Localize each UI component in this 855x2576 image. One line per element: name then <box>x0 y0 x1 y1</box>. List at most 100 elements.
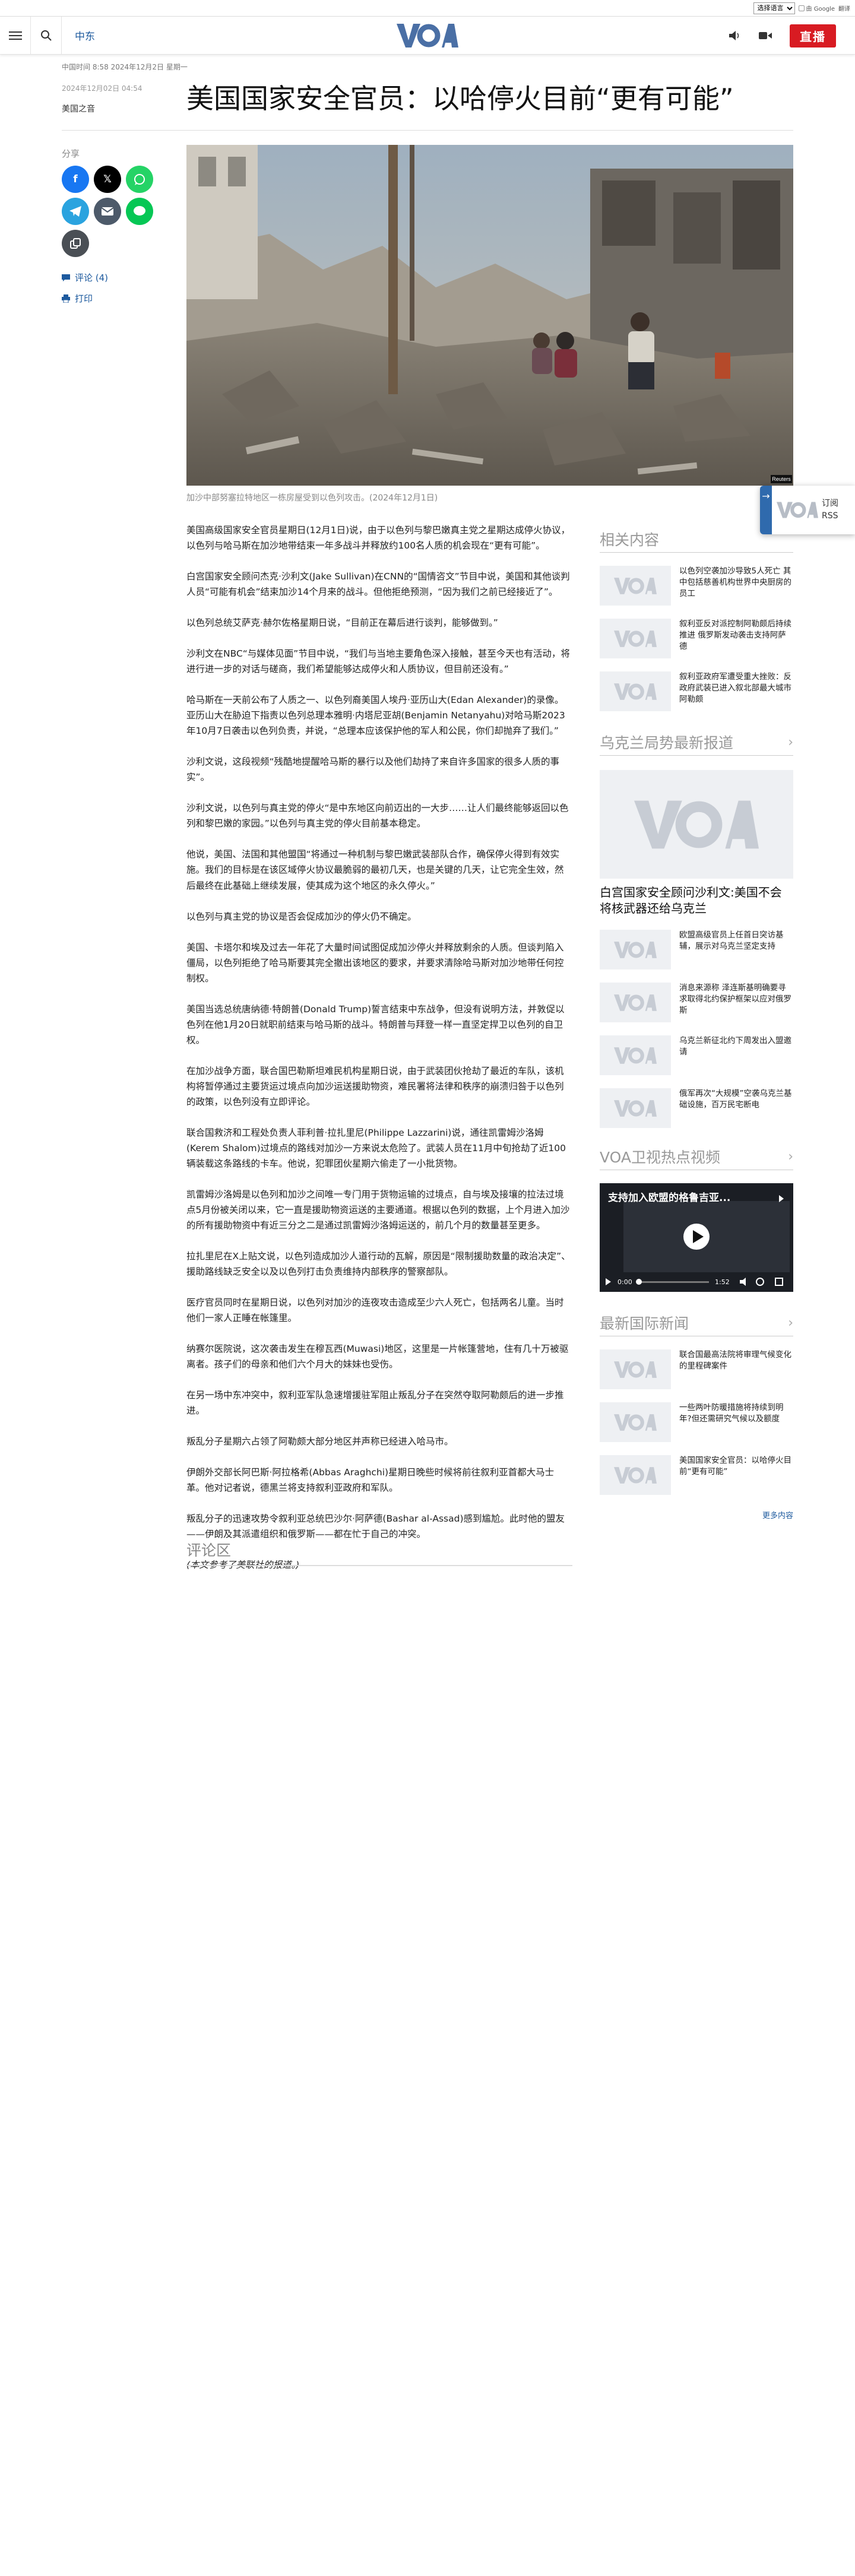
rail-item-title[interactable]: 叙利亚政府军遭受重大挫败：反政府武装已进入叙北部最大城市阿勒颇 <box>679 671 793 711</box>
article-paragraph: 在加沙战争方面，联合国巴勒斯坦难民机构星期日说，由于武装团伙抢劫了最近的车队，该… <box>186 1065 564 1107</box>
article-paragraph: 白宫国家安全顾问杰克·沙利文(Jake Sullivan)在CNN的“国情咨文”… <box>186 571 570 598</box>
rail-thumbnail[interactable] <box>600 983 671 1022</box>
print-icon <box>62 294 70 303</box>
print-link[interactable]: 打印 <box>62 292 169 305</box>
video-scrubber[interactable] <box>636 1279 642 1285</box>
telegram-share-button[interactable] <box>62 198 89 225</box>
featured-thumbnail[interactable] <box>600 770 793 879</box>
video-section: VOA卫视热点视频 › 支持加入欧盟的格鲁吉亚... 0:00 1:52 <box>600 1146 793 1292</box>
video-frame: 支持加入欧盟的格鲁吉亚... 0:00 1:52 <box>600 1183 793 1292</box>
intl-heading[interactable]: 最新国际新闻 › <box>600 1312 793 1336</box>
intl-news-section: 最新国际新闻 › 联合国最高法院将审理气候变化的里程碑案件 一些两叶防暖措施将持续到… <box>600 1312 793 1520</box>
rail-item[interactable]: 美国国家安全官员：以哈停火目前“更有可能” <box>600 1455 793 1495</box>
translate-link[interactable]: 翻译 <box>838 4 850 12</box>
ukraine-heading[interactable]: 乌克兰局势最新报道 › <box>600 731 793 756</box>
rail-thumbnail[interactable] <box>600 1088 671 1128</box>
video-heading[interactable]: VOA卫视热点视频 › <box>600 1146 793 1170</box>
rail-item[interactable]: 欧盟高级官员上任首日突访基辅，展示对乌克兰坚定支持 <box>600 930 793 969</box>
rail-thumbnail[interactable] <box>600 1035 671 1075</box>
rail-item[interactable]: 俄军再次“大规模”空袭乌克兰基础设施，百万民宅断电 <box>600 1088 793 1128</box>
hero-photo: Reuters <box>186 145 793 486</box>
translate-label: 翻译 <box>838 6 850 12</box>
rail-item-title[interactable]: 欧盟高级官员上任首日突访基辅，展示对乌克兰坚定支持 <box>679 930 793 969</box>
x-icon: 𝕏 <box>103 173 112 185</box>
more-content-link[interactable]: 更多内容 <box>600 1509 793 1520</box>
featured-title[interactable]: 白宫国家安全顾问沙利文:美国不会将核武器还给乌克兰 <box>600 885 793 917</box>
rail-item-title[interactable]: 一些两叶防暖措施将持续到明年?但还需研究气候以及额度 <box>679 1402 793 1442</box>
video-player[interactable]: 支持加入欧盟的格鲁吉亚... 0:00 1:52 <box>600 1183 793 1292</box>
line-share-button[interactable] <box>126 198 153 225</box>
video-icon[interactable] <box>759 31 772 40</box>
rail-item-title[interactable]: 联合国最高法院将审理气候变化的里程碑案件 <box>679 1349 793 1389</box>
rail-item[interactable]: 消息来源称 泽连斯基明确要寻求取得北约保护框架以应对俄罗斯 <box>600 983 793 1022</box>
rail-item[interactable]: 联合国最高法院将审理气候变化的里程碑案件 <box>600 1349 793 1389</box>
article-paragraph: 美国高级国家安全官员星期日(12月1日)说，由于以色列与黎巴嫩真主党之星期达成停… <box>186 525 571 552</box>
rail-thumbnail[interactable] <box>600 619 671 658</box>
x-share-button[interactable]: 𝕏 <box>94 166 121 193</box>
rail-thumbnail[interactable] <box>600 1455 671 1495</box>
live-button[interactable]: 直播 <box>790 24 836 47</box>
rail-item[interactable]: 叙利亚反对派控制阿勒颇后持续推进 俄罗斯发动袭击支持阿萨德 <box>600 619 793 658</box>
arrow-right-icon: → <box>760 486 772 534</box>
menu-button[interactable] <box>0 16 31 55</box>
article-body: 美国高级国家安全官员星期日(12月1日)说，由于以色列与黎巴嫩真主党之星期达成停… <box>186 522 572 1588</box>
rail-item[interactable]: 一些两叶防暖措施将持续到明年?但还需研究气候以及额度 <box>600 1402 793 1442</box>
article-paragraph: 美国当选总统唐纳德·特朗普(Donald Trump)誓言结束中东战争，但没有说… <box>186 1003 565 1045</box>
rail-thumbnail[interactable] <box>600 671 671 711</box>
audio-icon[interactable] <box>729 30 741 41</box>
voa-placeholder-icon <box>614 1466 657 1484</box>
whatsapp-icon <box>134 174 145 185</box>
article-paragraph: 他说，美国、法国和其他盟国“将通过一种机制与黎巴嫩武装部队合作，确保停火得到有效… <box>186 849 564 891</box>
rail-thumbnail[interactable] <box>600 930 671 969</box>
intl-heading-label: 最新国际新闻 <box>600 1315 689 1332</box>
article-paragraph: 医疗官员同时在星期日说，以色列对加沙的连夜攻击造成至少六人死亡，包括两名儿童。当… <box>186 1297 564 1324</box>
print-link-label: 打印 <box>75 293 93 304</box>
section-link-middle-east[interactable]: 中东 <box>75 28 95 43</box>
rail-item-title[interactable]: 消息来源称 泽连斯基明确要寻求取得北约保护框架以应对俄罗斯 <box>679 983 793 1022</box>
language-select[interactable]: 选择语言 <box>753 2 795 14</box>
related-section: 相关内容 以色列空袭加沙导致5人死亡 其中包括慈善机构世界中央厨房的员工 叙利亚反… <box>600 528 793 711</box>
rail-item-title[interactable]: 叙利亚反对派控制阿勒颇后持续推进 俄罗斯发动袭击支持阿萨德 <box>679 619 793 658</box>
ukraine-section: 乌克兰局势最新报道 › 白宫国家安全顾问沙利文:美国不会将核武器还给乌克兰 欧盟高… <box>600 731 793 1128</box>
voa-mini-logo <box>777 502 818 518</box>
rail-thumbnail[interactable] <box>600 566 671 606</box>
voa-logo[interactable] <box>397 23 458 49</box>
rail-thumbnail[interactable] <box>600 1349 671 1389</box>
dateline: 中国时间 8:58 2024年12月2日 星期一 <box>62 63 188 71</box>
rail-item-title[interactable]: 以色列空袭加沙导致5人死亡 其中包括慈善机构世界中央厨房的员工 <box>679 566 793 606</box>
title-divider <box>62 130 793 131</box>
comments-link-label: 评论 (4) <box>75 273 109 283</box>
search-icon <box>40 30 52 41</box>
rail-item-title[interactable]: 乌克兰新征北约下周发出入盟邀请 <box>679 1035 793 1075</box>
article-paragraph: 叛乱分子星期六占领了阿勒颇大部分地区并声称已经进入哈马市。 <box>186 1436 454 1447</box>
email-share-button[interactable] <box>94 198 121 225</box>
voa-placeholder-icon <box>614 1414 657 1431</box>
video-progress-bar[interactable] <box>638 1281 709 1283</box>
rail-item-title[interactable]: 俄军再次“大规模”空袭乌克兰基础设施，百万民宅断电 <box>679 1088 793 1128</box>
voa-placeholder-icon <box>614 941 657 958</box>
rail-thumbnail[interactable] <box>600 1402 671 1442</box>
rail-item[interactable]: 叙利亚政府军遭受重大挫败：反政府武装已进入叙北部最大城市阿勒颇 <box>600 671 793 711</box>
search-button[interactable] <box>31 16 62 55</box>
whatsapp-share-button[interactable] <box>126 166 153 193</box>
comments-link[interactable]: 评论 (4) <box>62 271 169 284</box>
voa-placeholder-icon <box>614 630 657 647</box>
copy-link-button[interactable] <box>62 230 89 257</box>
rail-item[interactable]: 乌克兰新征北约下周发出入盟邀请 <box>600 1035 793 1075</box>
related-heading-label: 相关内容 <box>600 531 660 549</box>
rail-item-title[interactable]: 美国国家安全官员：以哈停火目前“更有可能” <box>679 1455 793 1495</box>
video-time-total: 1:52 <box>715 1278 730 1286</box>
rail-item[interactable]: 以色列空袭加沙导致5人死亡 其中包括慈善机构世界中央厨房的员工 <box>600 566 793 606</box>
share-panel: 分享 f 𝕏 评论 (4) 打印 <box>62 147 169 313</box>
subscribe-floater[interactable]: → 订阅 RSS <box>760 486 855 534</box>
google-translate-bar: 选择语言 由 Google 翻译 <box>0 0 855 17</box>
voa-placeholder-icon <box>634 800 759 848</box>
article-paragraph: 拉扎里尼在X上贴文说，以色列造成加沙人道行动的瓦解，原因是“限制援助数量的政治决… <box>186 1251 571 1278</box>
voa-placeholder-icon <box>614 1361 657 1378</box>
hamburger-icon <box>8 31 22 40</box>
article-paragraph: 伊朗外交部长阿巴斯·阿拉格希(Abbas Araghchi)星期日晚些时候将前往… <box>186 1467 555 1494</box>
article-source: 美国之音 <box>62 104 95 114</box>
copy-icon <box>70 238 81 249</box>
facebook-share-button[interactable]: f <box>62 166 89 193</box>
article-meta: 2024年12月02日 04:54 美国之音 <box>62 83 169 115</box>
